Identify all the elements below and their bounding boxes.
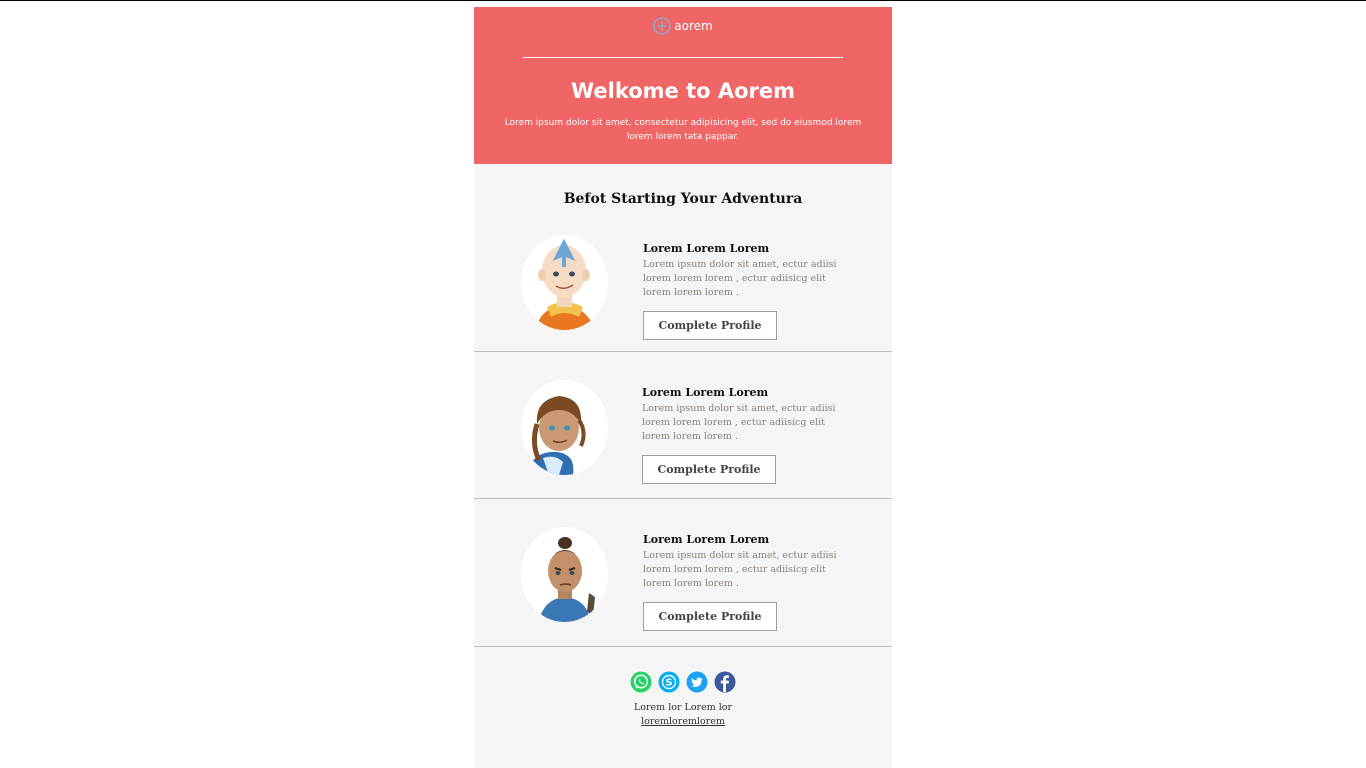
footer-text: Lorem lor Lorem lor <box>633 702 733 713</box>
card-heading: Lorem Lorem Lorem <box>642 386 769 399</box>
card-text: Lorem ipsum dolor sit amet, ectur adiisi… <box>642 403 836 442</box>
bald-monk-avatar <box>521 235 608 330</box>
card-body: Lorem Lorem Lorem Lorem ipsum dolor sit … <box>643 242 853 340</box>
card-heading: Lorem Lorem Lorem <box>643 533 770 546</box>
footer-link[interactable]: loremloremlorem <box>641 716 725 727</box>
social-links: S <box>474 671 892 693</box>
plus-circle-icon <box>653 17 671 35</box>
hero-divider <box>523 57 843 58</box>
card-heading: Lorem Lorem Lorem <box>643 242 770 255</box>
card-text: Lorem ipsum dolor sit amet, ectur adiisi… <box>643 259 837 298</box>
brand-name: aorem <box>674 19 713 33</box>
card-body: Lorem Lorem Lorem Lorem ipsum dolor sit … <box>643 533 853 631</box>
whatsapp-icon[interactable] <box>630 671 652 693</box>
hero-banner: aorem Welkome to Aorem Lorem ipsum dolor… <box>474 7 892 164</box>
card-text: Lorem ipsum dolor sit amet, ectur adiisi… <box>643 550 837 589</box>
complete-profile-button[interactable]: Complete Profile <box>643 602 777 631</box>
footer-link-wrapper: loremloremlorem <box>474 715 892 729</box>
complete-profile-button[interactable]: Complete Profile <box>642 455 776 484</box>
svg-text:S: S <box>665 678 672 689</box>
water-girl-avatar <box>521 380 608 475</box>
warrior-boy-avatar <box>521 527 608 622</box>
profile-card: Lorem Lorem Lorem Lorem ipsum dolor sit … <box>474 352 892 499</box>
brand[interactable]: aorem <box>474 17 892 35</box>
profile-card: Lorem Lorem Lorem Lorem ipsum dolor sit … <box>474 499 892 647</box>
facebook-icon[interactable] <box>714 671 736 693</box>
card-body: Lorem Lorem Lorem Lorem ipsum dolor sit … <box>642 386 852 484</box>
section-title: Befot Starting Your Adventura <box>563 191 803 207</box>
hero-title: Welkome to Aorem <box>570 79 796 103</box>
twitter-icon[interactable] <box>686 671 708 693</box>
complete-profile-button[interactable]: Complete Profile <box>643 311 777 340</box>
page-top-rule <box>0 0 1366 1</box>
profile-card: Lorem Lorem Lorem Lorem ipsum dolor sit … <box>474 218 892 352</box>
skype-icon[interactable]: S <box>658 671 680 693</box>
hero-text: Lorem ipsum dolor sit amet, consectetur … <box>504 118 862 142</box>
email-container: aorem Welkome to Aorem Lorem ipsum dolor… <box>474 7 892 768</box>
